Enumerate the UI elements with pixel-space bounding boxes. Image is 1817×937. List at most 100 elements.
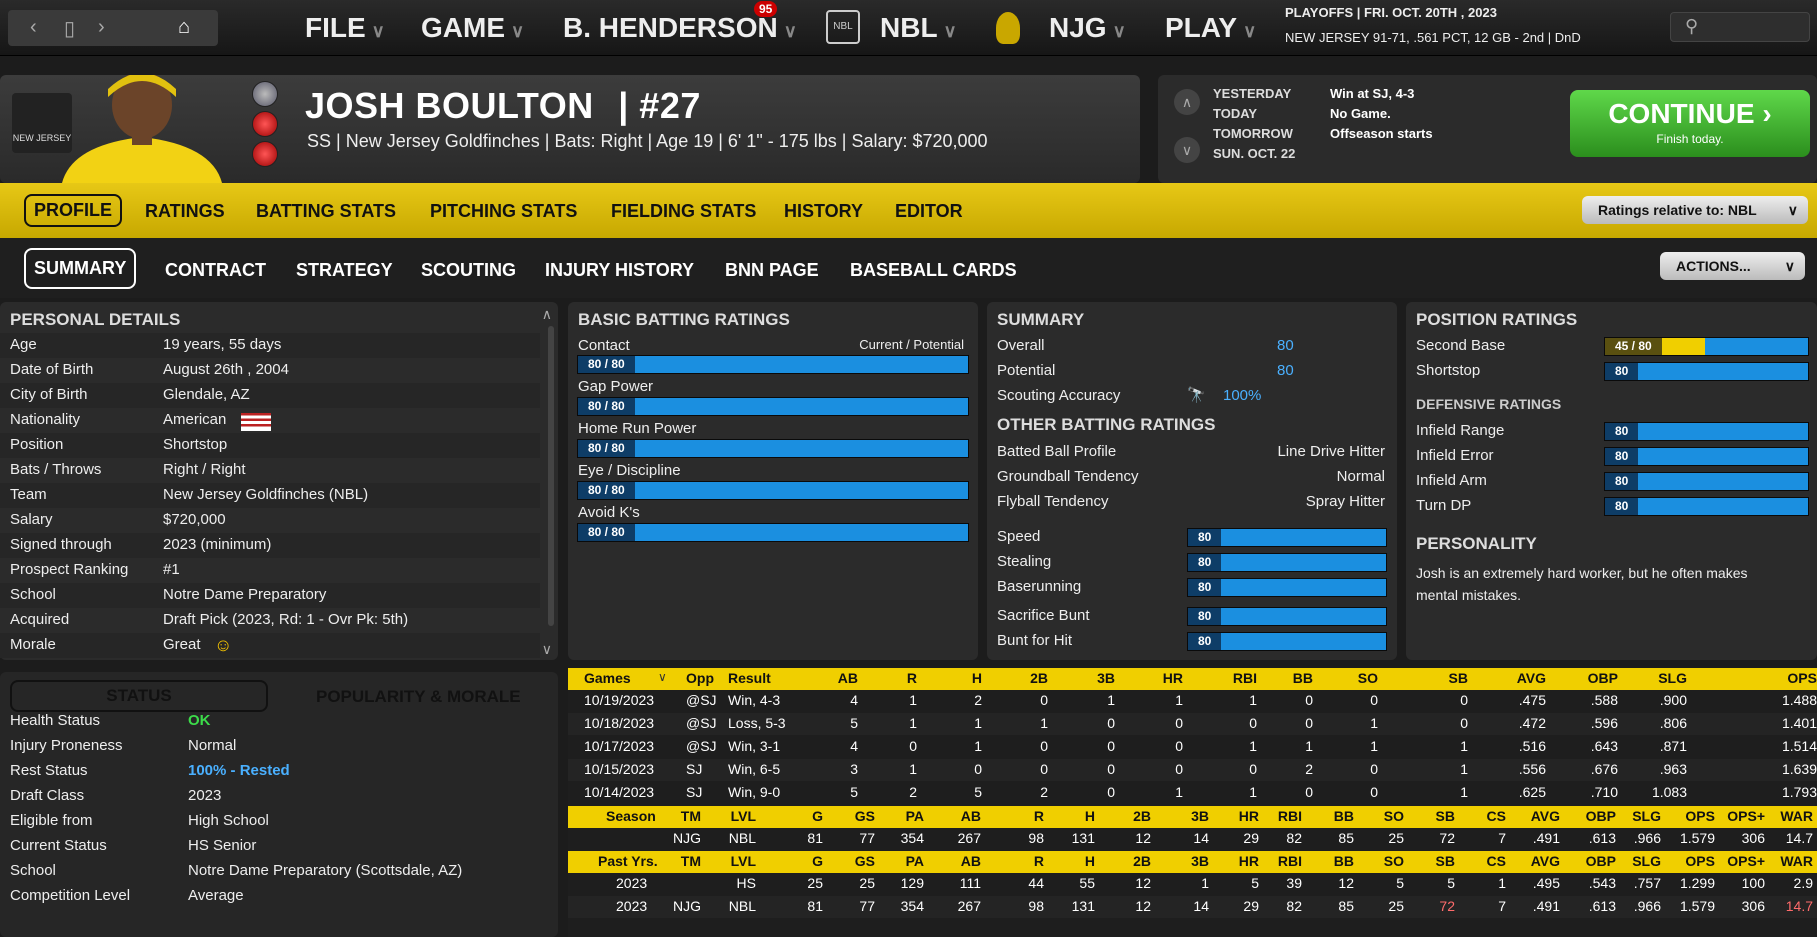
menu-game[interactable]: GAME ∨ xyxy=(421,10,524,46)
detail-label: Salary xyxy=(10,511,53,528)
table-cell: OBP xyxy=(1585,853,1616,869)
detail-label: City of Birth xyxy=(10,386,88,403)
tab-status[interactable]: STATUS xyxy=(10,680,268,712)
detail-value: 19 years, 55 days xyxy=(163,336,282,353)
chevron-up-icon[interactable]: ∧ xyxy=(542,306,552,323)
table-cell: 0 xyxy=(1040,692,1048,708)
table-cell: 3B xyxy=(1097,670,1115,686)
panel-title: SUMMARY xyxy=(997,310,1085,329)
table-cell: 0 xyxy=(1249,761,1257,777)
status-label: Injury Proneness xyxy=(10,737,123,754)
league-logo-icon: NBL xyxy=(826,10,860,44)
table-cell: .613 xyxy=(1588,830,1616,846)
status-value: Notre Dame Preparatory (Scottsdale, AZ) xyxy=(188,862,463,879)
tab-batting-stats[interactable]: BATTING STATS xyxy=(248,197,404,226)
table-cell: Result xyxy=(728,670,771,686)
tab-ratings[interactable]: RATINGS xyxy=(137,197,233,226)
status-label: Draft Class xyxy=(10,787,85,804)
tab-bnn-page[interactable]: BNN PAGE xyxy=(717,256,827,285)
status-panel: STATUS POPULARITY & MORALE Health Status… xyxy=(0,672,558,937)
table-cell: 0 xyxy=(1175,761,1183,777)
detail-label: Morale xyxy=(10,636,56,653)
tab-popularity-morale[interactable]: POPULARITY & MORALE xyxy=(316,687,521,707)
past-header-row: Past Yrs. TM LVL G GS PA AB R H 2B 3B HR RBI BB SO SB CS… xyxy=(568,851,1817,873)
table-cell: 0 xyxy=(1305,715,1313,731)
scrollbar[interactable] xyxy=(548,326,554,626)
continue-label: CONTINUE xyxy=(1608,98,1755,129)
chevron-down-icon[interactable]: ∨ xyxy=(542,641,552,658)
window-icon[interactable]: ▯ xyxy=(64,16,75,41)
tab-history[interactable]: HISTORY xyxy=(776,197,871,226)
tab-injury-history[interactable]: INJURY HISTORY xyxy=(537,256,702,285)
shortstop-bar: 80 xyxy=(1604,362,1809,381)
personal-details-panel: PERSONAL DETAILS Age 19 years, 55 days Dat… xyxy=(0,302,558,660)
season-row: NJG NBL 81 77 354 267 98 131 12 14 29 82 85 25 72 7 .491… xyxy=(568,828,1817,850)
rating-value: 80 xyxy=(1188,554,1222,571)
status-label: Competition Level xyxy=(10,887,131,904)
home-icon[interactable]: ⌂ xyxy=(178,16,190,39)
ratings-relative-dropdown[interactable]: Ratings relative to: NBL ∨ xyxy=(1582,196,1808,224)
rating-bar: 80 xyxy=(1187,528,1387,547)
table-cell: HR xyxy=(1238,853,1259,869)
menu-league[interactable]: NBL ∨ xyxy=(880,10,957,46)
rating-bar: 80 xyxy=(1187,553,1387,572)
table-cell: 1.401 xyxy=(1781,715,1817,731)
table-cell: NJG xyxy=(673,898,701,914)
search-input[interactable]: ⚲ xyxy=(1670,12,1810,42)
table-cell: SB xyxy=(1448,670,1468,686)
table-cell: SLG xyxy=(1658,670,1687,686)
table-cell: .491 xyxy=(1532,830,1560,846)
continue-button[interactable]: CONTINUE › Finish today. xyxy=(1570,90,1810,157)
tab-fielding-stats[interactable]: FIELDING STATS xyxy=(603,197,764,226)
table-cell: .900 xyxy=(1659,692,1687,708)
menu-team[interactable]: NJG ∨ xyxy=(1049,10,1126,46)
tab-pitching-stats[interactable]: PITCHING STATS xyxy=(422,197,585,226)
table-cell: .491 xyxy=(1532,898,1560,914)
detail-label: Date of Birth xyxy=(10,361,94,378)
rating-label: Gap Power xyxy=(578,378,654,395)
table-cell: .625 xyxy=(1518,784,1546,800)
tab-contract[interactable]: CONTRACT xyxy=(157,256,274,285)
table-cell: AVG xyxy=(1530,853,1560,869)
table-cell: 1.083 xyxy=(1651,784,1687,800)
table-cell: 81 xyxy=(807,898,823,914)
tab-editor[interactable]: EDITOR xyxy=(887,197,971,226)
table-cell: 1.579 xyxy=(1679,898,1715,914)
table-cell: Games xyxy=(584,670,631,686)
status-value: Normal xyxy=(188,737,237,754)
chevron-down-icon: ∨ xyxy=(1112,21,1126,41)
actions-dropdown[interactable]: ACTIONS... ∨ xyxy=(1660,252,1805,280)
table-cell: 55 xyxy=(1079,875,1095,891)
tab-strategy[interactable]: STRATEGY xyxy=(288,256,401,285)
primary-tabs: PROFILE RATINGS BATTING STATS PITCHING S… xyxy=(0,183,1817,238)
table-cell: .710 xyxy=(1590,784,1618,800)
rating-value: 80 xyxy=(1605,498,1639,515)
chevron-down-icon[interactable]: ∨ xyxy=(1174,137,1200,163)
table-cell: 4 xyxy=(850,692,858,708)
table-cell: LVL xyxy=(730,853,756,869)
table-cell: 0 xyxy=(1175,715,1183,731)
menu-file[interactable]: FILE ∨ xyxy=(305,10,385,46)
tab-profile[interactable]: PROFILE xyxy=(24,194,123,227)
table-cell: HS xyxy=(736,875,756,891)
chevron-down-icon: ∨ xyxy=(511,21,525,41)
tab-summary[interactable]: SUMMARY xyxy=(24,248,137,289)
detail-value: Glendale, AZ xyxy=(163,386,250,403)
detail-value: $720,000 xyxy=(163,511,226,528)
tab-baseball-cards[interactable]: BASEBALL CARDS xyxy=(842,256,1025,285)
status-value: OK xyxy=(188,712,211,729)
table-cell: .613 xyxy=(1588,898,1616,914)
tab-scouting[interactable]: SCOUTING xyxy=(413,256,524,285)
table-cell: 1 xyxy=(1107,692,1115,708)
forward-icon[interactable]: › xyxy=(98,16,105,39)
table-cell: 12 xyxy=(1338,875,1354,891)
rating-label: Contact xyxy=(578,337,630,354)
menu-play[interactable]: PLAY ∨ xyxy=(1165,10,1256,46)
table-cell: 1 xyxy=(1460,761,1468,777)
table-cell: 1 xyxy=(909,761,917,777)
chevron-up-icon[interactable]: ∧ xyxy=(1174,89,1200,115)
back-icon[interactable]: ‹ xyxy=(30,16,37,39)
table-cell: 0 xyxy=(1249,715,1257,731)
table-cell: SJ xyxy=(686,761,703,777)
chevron-down-icon[interactable]: ∨ xyxy=(658,670,667,684)
